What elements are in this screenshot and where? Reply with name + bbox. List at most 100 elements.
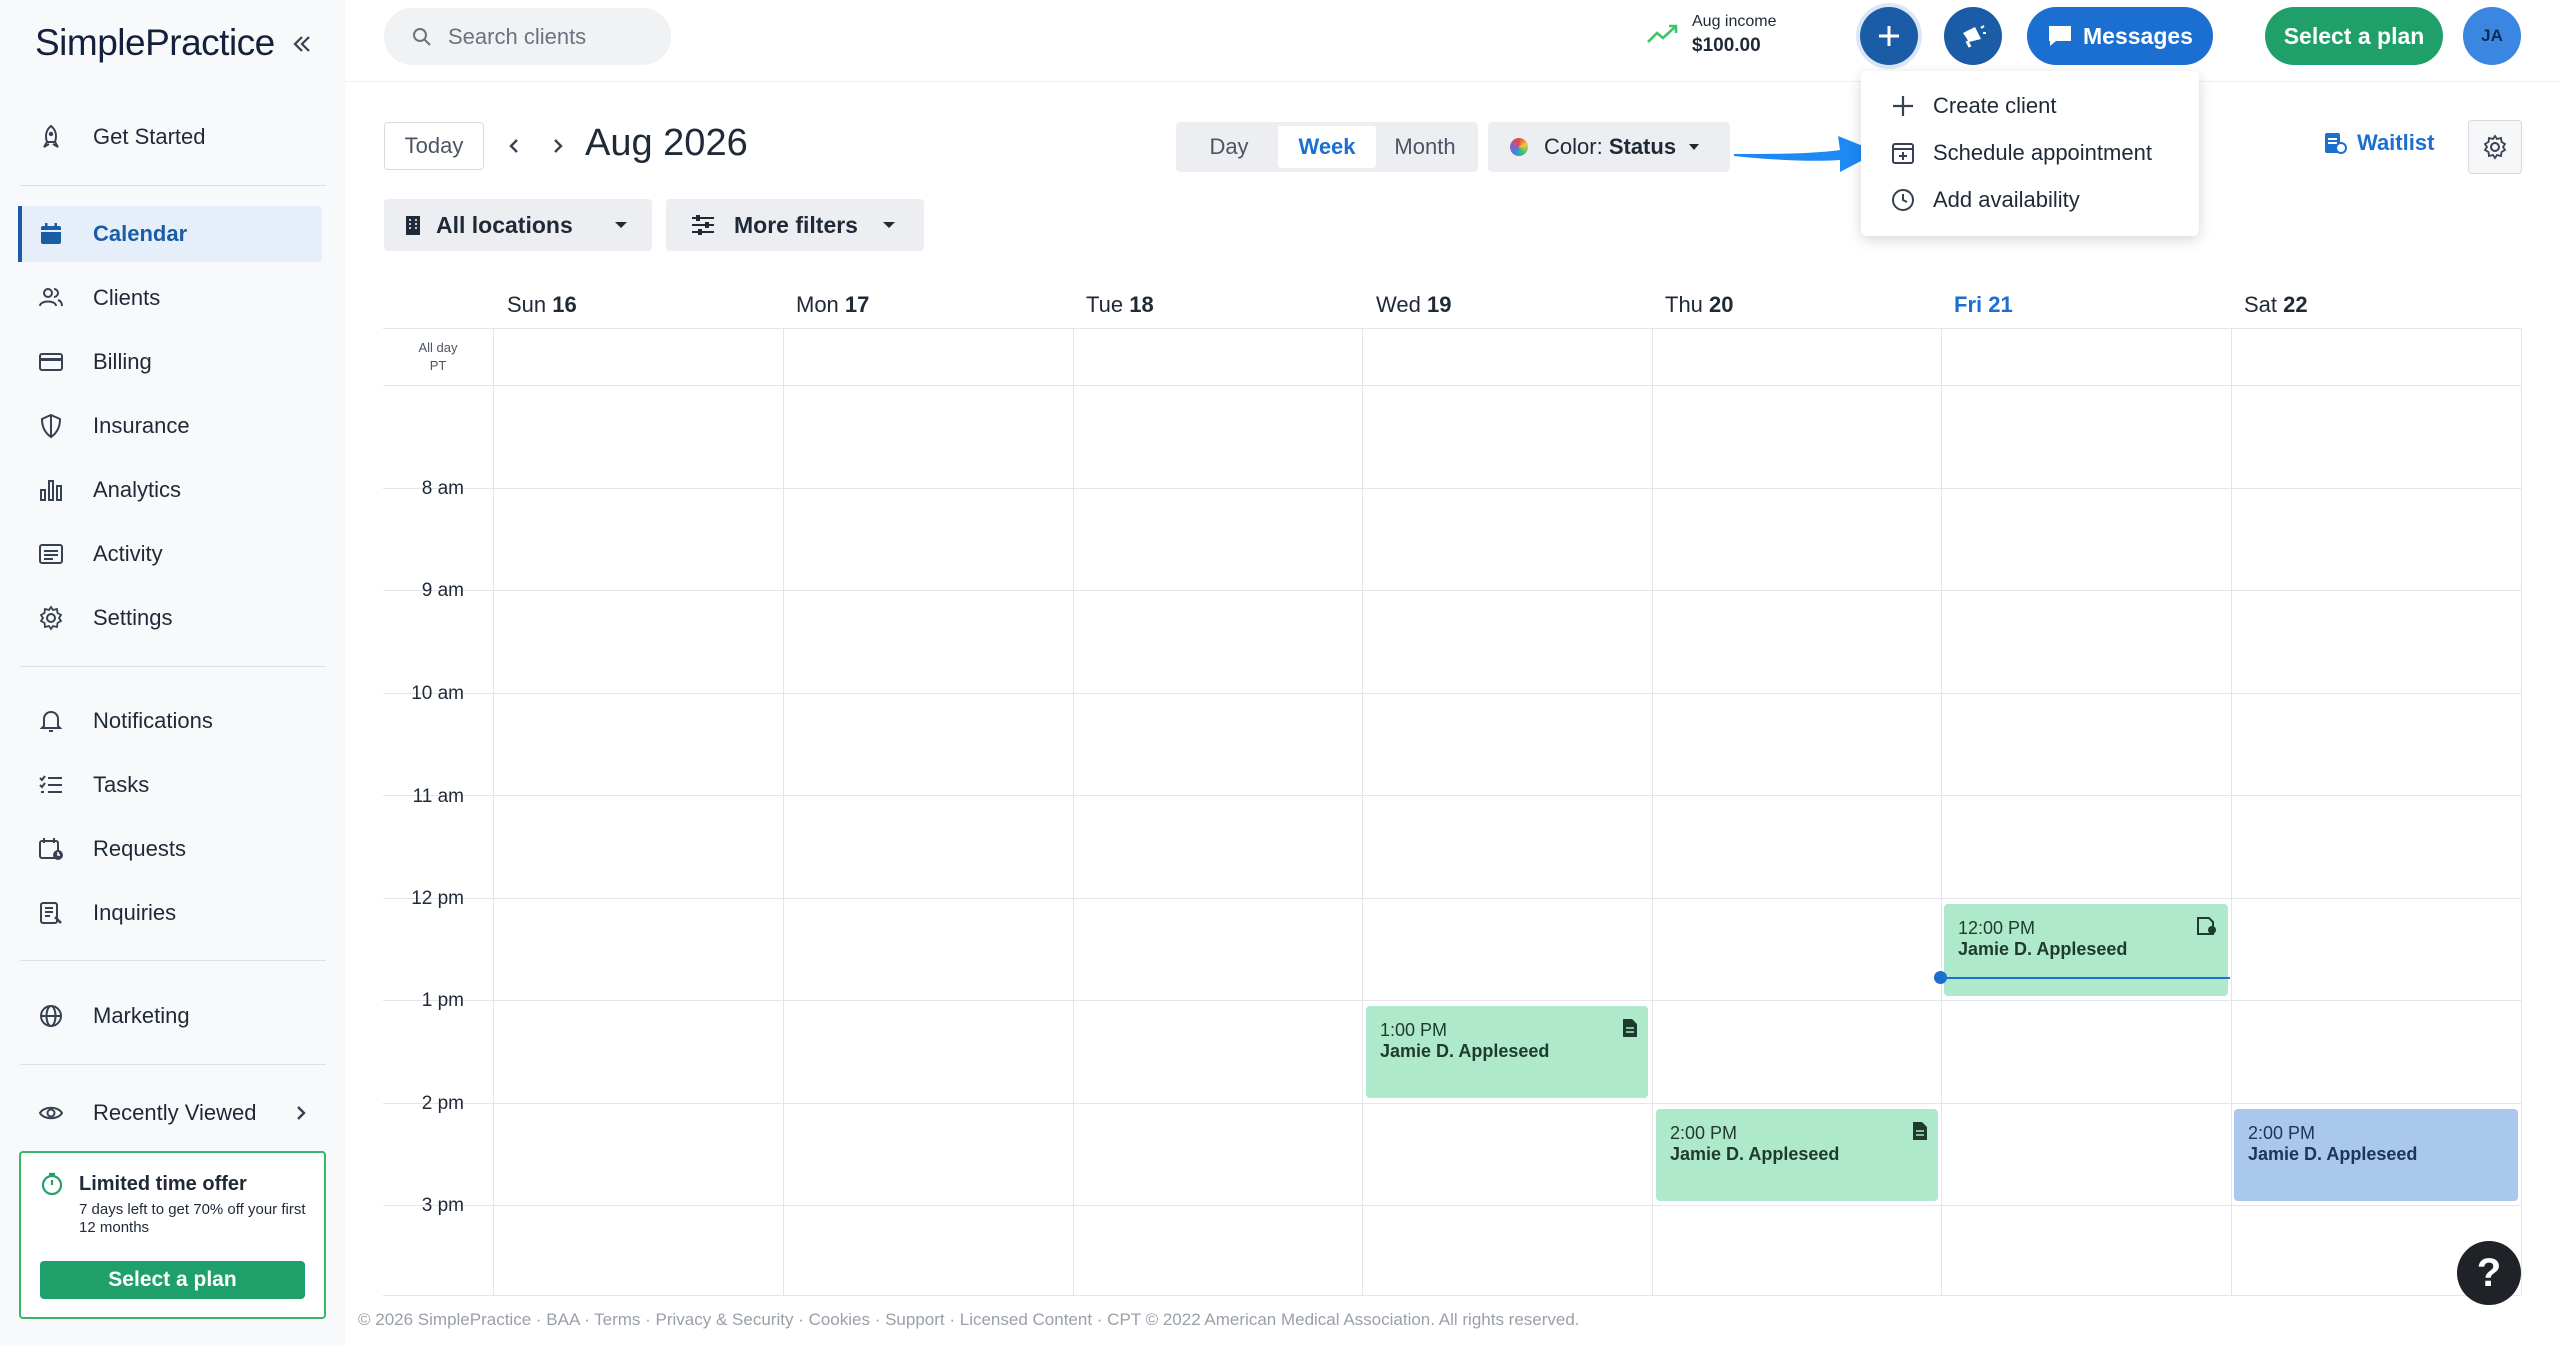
- announcements-button[interactable]: [1944, 7, 2002, 65]
- time-label: 2 pm: [421, 1093, 464, 1114]
- sidebar-item-label: Calendar: [93, 221, 188, 246]
- sidebar-item-settings[interactable]: Settings: [20, 590, 322, 646]
- time-label: 8 am: [421, 478, 464, 499]
- sidebar-item-label: Activity: [93, 541, 163, 566]
- sidebar-item-get-started[interactable]: Get Started: [20, 109, 322, 165]
- today-button[interactable]: Today: [384, 122, 484, 170]
- menu-schedule-appointment[interactable]: Schedule appointment: [1861, 130, 2199, 176]
- menu-create-client[interactable]: Create client: [1861, 83, 2199, 129]
- messages-label: Messages: [2083, 22, 2193, 49]
- income-label: Aug income: [1692, 13, 1777, 30]
- view-week-tab[interactable]: Week: [1278, 126, 1376, 168]
- collapse-sidebar-button[interactable]: [286, 28, 318, 60]
- day-header-fri[interactable]: Fri 21: [1954, 292, 2013, 318]
- previous-week-button[interactable]: [496, 128, 532, 164]
- next-week-button[interactable]: [540, 128, 576, 164]
- menu-add-availability[interactable]: Add availability: [1861, 177, 2199, 223]
- time-label: 12 pm: [411, 888, 464, 909]
- grid-line: [383, 795, 2521, 796]
- day-header-sun[interactable]: Sun 16: [507, 292, 577, 318]
- eye-icon: [35, 1097, 67, 1129]
- sidebar-item-label: Notifications: [93, 708, 213, 733]
- stopwatch-icon: [41, 1172, 63, 1196]
- sidebar-item-clients[interactable]: Clients: [20, 270, 322, 326]
- sidebar-item-activity[interactable]: Activity: [20, 526, 322, 582]
- sidebar: SimplePractice Get Started Calendar Clie…: [0, 0, 345, 1346]
- select-plan-button[interactable]: Select a plan: [2265, 7, 2443, 65]
- appointment-event[interactable]: 1:00 PM Jamie D. Appleseed: [1366, 1006, 1648, 1098]
- sidebar-item-inquiries[interactable]: Inquiries: [20, 885, 322, 941]
- sidebar-item-label: Recently Viewed: [93, 1100, 257, 1125]
- sidebar-item-marketing[interactable]: Marketing: [20, 988, 322, 1044]
- grid-line: [383, 1000, 2521, 1001]
- sidebar-item-label: Inquiries: [93, 900, 177, 925]
- sidebar-item-recently-viewed[interactable]: Recently Viewed: [20, 1085, 322, 1141]
- sidebar-item-billing[interactable]: Billing: [20, 334, 322, 390]
- menu-item-label: Add availability: [1933, 187, 2080, 212]
- day-header-thu[interactable]: Thu 20: [1665, 292, 1734, 318]
- day-header-wed[interactable]: Wed 19: [1376, 292, 1451, 318]
- grid-column-line: [1362, 328, 1363, 1295]
- analytics-icon: [35, 474, 67, 506]
- grid-column-line: [1652, 328, 1653, 1295]
- day-header-sat[interactable]: Sat 22: [2244, 292, 2308, 318]
- clients-icon: [35, 282, 67, 314]
- grid-line: [383, 693, 2521, 694]
- create-new-button[interactable]: [1860, 7, 1918, 65]
- sidebar-item-label: Billing: [93, 349, 152, 374]
- waitlist-button[interactable]: Waitlist: [2323, 130, 2434, 156]
- view-month-tab[interactable]: Month: [1376, 126, 1474, 168]
- sidebar-item-tasks[interactable]: Tasks: [20, 757, 322, 813]
- messages-button[interactable]: Messages: [2027, 7, 2213, 65]
- sidebar-item-label: Analytics: [93, 477, 182, 502]
- calendar-add-icon: [1889, 141, 1917, 165]
- requests-icon: [35, 833, 67, 865]
- sidebar-item-label: Insurance: [93, 413, 190, 438]
- nav-divider: [20, 960, 326, 961]
- waitlist-label: Waitlist: [2357, 130, 2435, 155]
- appointment-event[interactable]: 2:00 PM Jamie D. Appleseed: [1656, 1109, 1938, 1201]
- sidebar-item-analytics[interactable]: Analytics: [20, 462, 322, 518]
- offer-select-plan-button[interactable]: Select a plan: [40, 1261, 305, 1299]
- gear-icon: [2483, 134, 2507, 160]
- sidebar-item-notifications[interactable]: Notifications: [20, 693, 322, 749]
- chevron-right-icon: [554, 139, 563, 153]
- menu-item-label: Create client: [1933, 93, 2057, 118]
- app-logo[interactable]: SimplePractice: [35, 22, 275, 64]
- nav-divider: [20, 185, 326, 186]
- create-menu: Create client Schedule appointment Add a…: [1861, 71, 2199, 236]
- grid-column-line: [2231, 328, 2232, 1295]
- avatar[interactable]: JA: [2463, 7, 2521, 65]
- view-day-tab[interactable]: Day: [1180, 126, 1278, 168]
- sidebar-item-calendar[interactable]: Calendar: [18, 206, 322, 262]
- grid-line: [383, 1205, 2521, 1206]
- appointment-event[interactable]: 2:00 PM Jamie D. Appleseed: [2234, 1109, 2518, 1201]
- help-button[interactable]: ?: [2457, 1241, 2521, 1305]
- note-icon: [1913, 1122, 1927, 1140]
- caret-down-icon: [883, 222, 895, 228]
- sidebar-item-label: Tasks: [93, 772, 150, 797]
- sidebar-item-insurance[interactable]: Insurance: [20, 398, 322, 454]
- grid-column-line: [493, 328, 494, 1295]
- sidebar-item-requests[interactable]: Requests: [20, 821, 322, 877]
- grid-column-line: [783, 328, 784, 1295]
- sidebar-item-label: Marketing: [93, 1003, 190, 1028]
- day-header-tue[interactable]: Tue 18: [1086, 292, 1154, 318]
- color-by-dropdown[interactable]: Color: Status: [1488, 122, 1730, 172]
- billing-icon: [35, 346, 67, 378]
- topbar-divider: [345, 81, 2560, 82]
- rocket-icon: [35, 121, 67, 153]
- shield-icon: [35, 410, 67, 442]
- search-input[interactable]: Search clients: [384, 8, 671, 65]
- locations-filter[interactable]: All locations: [384, 199, 652, 251]
- appointment-event[interactable]: 12:00 PM Jamie D. Appleseed: [1944, 904, 2228, 996]
- color-label: Color:: [1544, 134, 1603, 159]
- grid-column-line: [1073, 328, 1074, 1295]
- time-label: 11 am: [412, 786, 464, 807]
- income-widget[interactable]: Aug income $100.00: [1646, 10, 1777, 58]
- grid-line: [383, 328, 2521, 329]
- day-header-mon[interactable]: Mon 17: [796, 292, 869, 318]
- calendar-settings-button[interactable]: [2468, 120, 2522, 174]
- video-note-icon: [2197, 917, 2216, 935]
- more-filters-button[interactable]: More filters: [666, 199, 924, 251]
